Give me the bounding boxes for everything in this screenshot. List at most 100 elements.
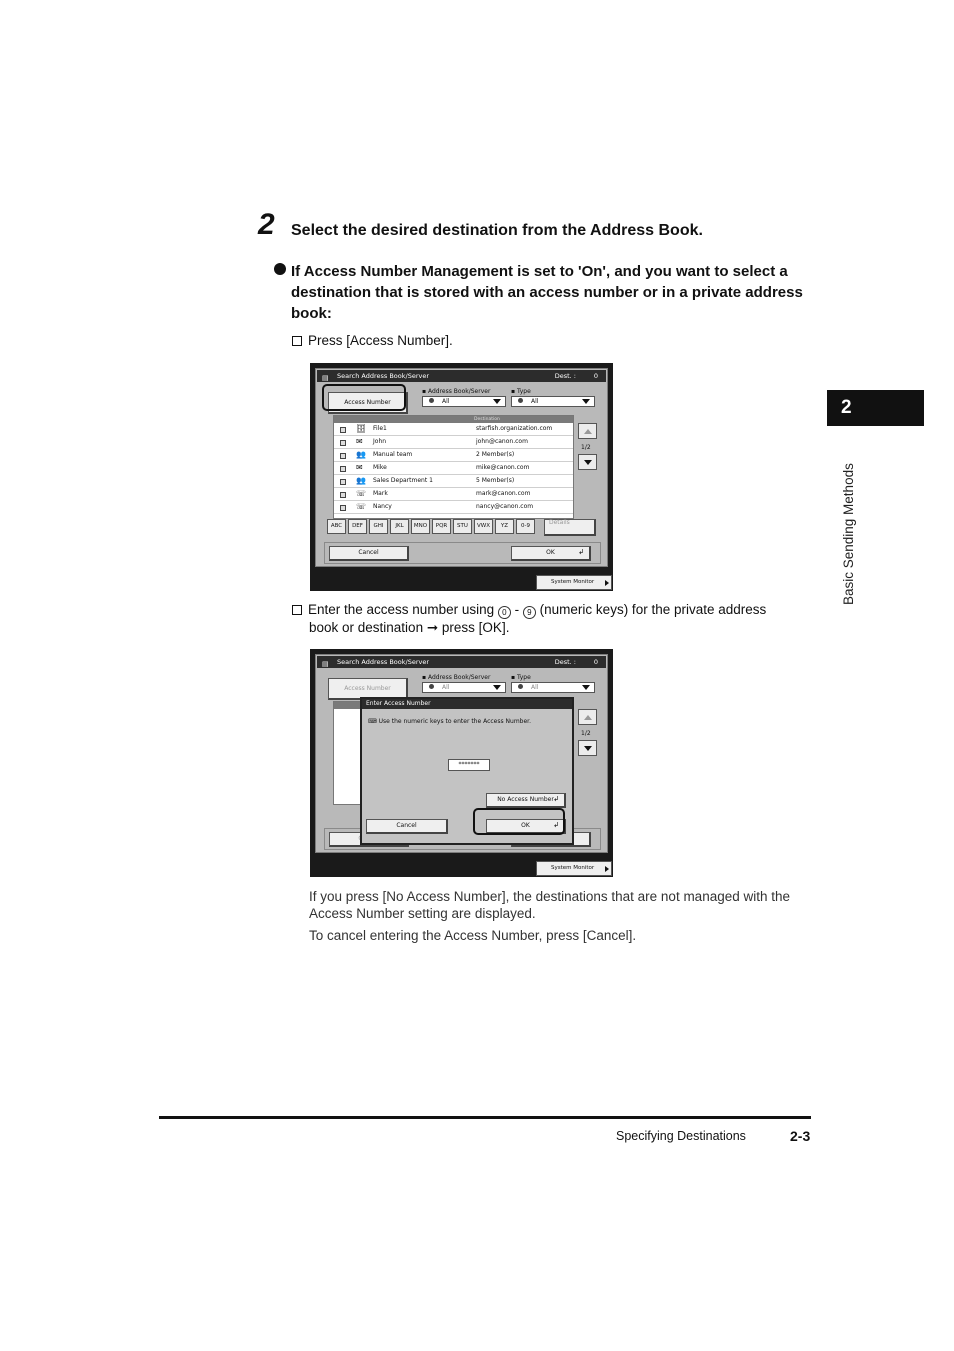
destination-name: Nancy	[373, 503, 392, 510]
highlight-ring	[473, 808, 565, 835]
radio-icon	[429, 684, 434, 689]
row-checkbox[interactable]	[340, 479, 346, 485]
highlight-ring	[322, 384, 406, 411]
destination-type-icon: ✉	[356, 463, 363, 472]
destination-type-icon: ✉	[356, 437, 363, 446]
screen-titlebar: ▤ Search Address Book/Server Dest. : 0	[317, 656, 606, 668]
list-item[interactable]: ☏ Nancy nancy@canon.com	[334, 501, 573, 514]
destination-name: Manual team	[373, 451, 413, 458]
system-monitor-button[interactable]: System Monitor	[536, 861, 612, 876]
alpha-key-button[interactable]: DEF	[348, 519, 367, 534]
access-number-field[interactable]: *******	[448, 759, 490, 771]
dialog-cancel-button[interactable]: Cancel	[366, 819, 448, 834]
enter-icon: ↲	[553, 795, 559, 803]
numeric-key-0-icon: 0	[497, 606, 511, 619]
step-number: 2	[258, 208, 275, 241]
destination-name: Mark	[373, 490, 388, 497]
chevron-down-icon	[493, 399, 501, 404]
step-title: Select the desired destination from the …	[291, 222, 703, 239]
list-item[interactable]: 👥 Manual team 2 Member(s)	[334, 449, 573, 462]
page-indicator: 1/2	[581, 730, 591, 737]
no-access-number-button[interactable]: No Access Number ↲	[486, 793, 566, 808]
page-number: 2-3	[790, 1128, 811, 1144]
alpha-key-button[interactable]: GHI	[369, 519, 388, 534]
scroll-down-button[interactable]	[578, 740, 597, 756]
screen-title: Search Address Book/Server	[337, 372, 430, 380]
row-checkbox[interactable]	[340, 427, 346, 433]
substep-text: Press [Access Number].	[308, 333, 453, 348]
chapter-tab: 2	[827, 390, 924, 426]
checkbox-icon	[292, 605, 302, 615]
alpha-key-button[interactable]: MNO	[411, 519, 430, 534]
type-label: ▪ Type	[511, 388, 531, 395]
row-checkbox[interactable]	[340, 466, 346, 472]
dialog-title: Enter Access Number	[362, 699, 572, 709]
arrow-down-icon	[584, 460, 592, 465]
list-item[interactable]: ✉ Mike mike@canon.com	[334, 462, 573, 475]
scroll-down-button[interactable]	[578, 454, 597, 470]
list-item[interactable]: 👥 Sales Department 1 5 Member(s)	[334, 475, 573, 488]
chapter-title: Basic Sending Methods	[841, 463, 856, 605]
type-dropdown[interactable]: All	[511, 396, 595, 407]
cancel-button[interactable]: Cancel	[329, 546, 409, 561]
arrow-right-icon	[605, 866, 609, 872]
scroll-up-button[interactable]	[578, 423, 597, 439]
destination-address: mike@canon.com	[476, 464, 530, 471]
note-cancel: To cancel entering the Access Number, pr…	[309, 928, 637, 943]
row-checkbox[interactable]	[340, 505, 346, 511]
destination-address: 2 Member(s)	[476, 451, 515, 458]
dest-label: Dest. :	[554, 372, 576, 380]
details-button[interactable]: Details	[544, 519, 596, 536]
row-checkbox[interactable]	[340, 440, 346, 446]
destination-name: File1	[373, 425, 387, 432]
address-book-label: ▪ Address Book/Server	[422, 388, 491, 395]
chevron-down-icon	[582, 399, 590, 404]
row-checkbox[interactable]	[340, 453, 346, 459]
destination-name: Mike	[373, 464, 387, 471]
arrow-right-icon	[605, 580, 609, 586]
system-monitor-button[interactable]: System Monitor	[536, 575, 612, 590]
book-icon: ▤	[322, 374, 329, 382]
alpha-key-button[interactable]: ABC	[327, 519, 346, 534]
destination-address: starfish.organization.com	[476, 425, 553, 432]
screen-search-address-book: ▤ Search Address Book/Server Dest. : 0 A…	[310, 363, 613, 591]
row-checkbox[interactable]	[340, 492, 346, 498]
bullet-icon	[274, 263, 286, 275]
destination-name: John	[373, 438, 387, 445]
address-book-label: ▪ Address Book/Server	[422, 674, 491, 681]
destination-type-icon: ☏	[356, 489, 367, 498]
destination-address: mark@canon.com	[476, 490, 531, 497]
alpha-key-button[interactable]: PQR	[432, 519, 451, 534]
destination-type-icon: 👥	[356, 450, 366, 459]
bullet-text: If Access Number Management is set to 'O…	[291, 263, 803, 322]
list-item[interactable]: ✉ John john@canon.com	[334, 436, 573, 449]
footer-section: Specifying Destinations	[616, 1129, 746, 1143]
substep-press-access-number: Press [Access Number].	[292, 333, 453, 348]
list-item[interactable]: 🗄 File1 starfish.organization.com	[334, 423, 573, 436]
chevron-down-icon	[493, 685, 501, 690]
arrow-up-icon	[584, 715, 592, 720]
alpha-key-button[interactable]: JKL	[390, 519, 409, 534]
destination-type-icon: ☏	[356, 502, 367, 511]
type-dropdown[interactable]: All	[511, 682, 595, 693]
alpha-key-button[interactable]: 0-9	[516, 519, 535, 534]
destination-name: Sales Department 1	[373, 477, 433, 484]
enter-icon: ↲	[578, 548, 584, 556]
destination-list: Destination 🗄 File1 starfish.organization.…	[333, 415, 574, 519]
list-item[interactable]: ☏ Mark mark@canon.com	[334, 488, 573, 501]
alpha-key-button[interactable]: STU	[453, 519, 472, 534]
note-no-access-number: If you press [No Access Number], the des…	[309, 889, 791, 921]
footer-rule	[159, 1116, 811, 1119]
arrow-right-icon: ➞	[426, 620, 439, 635]
keypad-icon: ⌨	[368, 718, 377, 725]
address-book-dropdown[interactable]: All	[422, 682, 506, 693]
chevron-down-icon	[582, 685, 590, 690]
address-book-dropdown[interactable]: All	[422, 396, 506, 407]
numeric-key-9-icon: 9	[522, 606, 536, 619]
scroll-up-button[interactable]	[578, 709, 597, 725]
ok-button[interactable]: OK ↲	[511, 546, 591, 561]
alpha-key-button[interactable]: VWX	[474, 519, 493, 534]
destination-address: john@canon.com	[476, 438, 528, 445]
alpha-key-button[interactable]: YZ	[495, 519, 514, 534]
substep-enter-access-number: Enter the access number using 0 - 9 (num…	[292, 601, 812, 637]
